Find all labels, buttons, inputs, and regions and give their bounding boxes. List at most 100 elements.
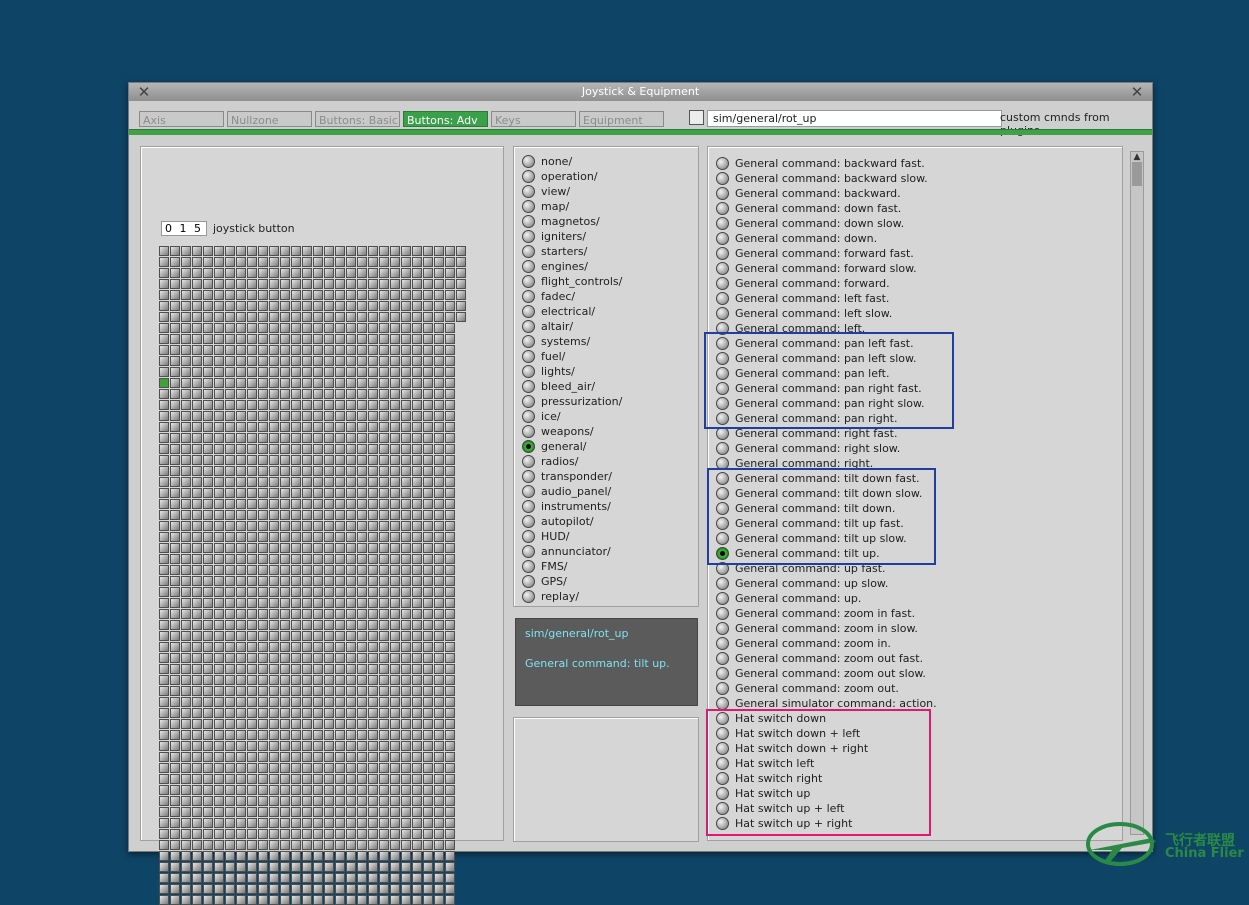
joystick-button-cell[interactable]: [412, 411, 422, 421]
joystick-button-cell[interactable]: [269, 785, 279, 795]
joystick-button-cell[interactable]: [390, 488, 400, 498]
joystick-button-cell[interactable]: [423, 455, 433, 465]
joystick-button-cell[interactable]: [159, 554, 169, 564]
joystick-button-cell[interactable]: [379, 466, 389, 476]
joystick-button-cell[interactable]: [357, 345, 367, 355]
joystick-button-cell[interactable]: [434, 279, 444, 289]
joystick-button-cell[interactable]: [423, 631, 433, 641]
joystick-button-cell[interactable]: [236, 279, 246, 289]
joystick-button-cell[interactable]: [236, 488, 246, 498]
joystick-button-cell[interactable]: [423, 257, 433, 267]
joystick-button-cell[interactable]: [170, 620, 180, 630]
joystick-button-cell[interactable]: [280, 301, 290, 311]
joystick-button-cell[interactable]: [269, 290, 279, 300]
joystick-button-cell[interactable]: [203, 312, 213, 322]
joystick-button-cell[interactable]: [214, 807, 224, 817]
joystick-button-cell[interactable]: [335, 730, 345, 740]
joystick-button-cell[interactable]: [401, 598, 411, 608]
joystick-button-cell[interactable]: [181, 873, 191, 883]
joystick-button-cell[interactable]: [456, 268, 466, 278]
joystick-button-cell[interactable]: [258, 774, 268, 784]
joystick-button-cell[interactable]: [368, 334, 378, 344]
joystick-button-cell[interactable]: [291, 807, 301, 817]
joystick-button-cell[interactable]: [291, 873, 301, 883]
joystick-button-cell[interactable]: [357, 367, 367, 377]
joystick-button-cell[interactable]: [346, 532, 356, 542]
joystick-button-cell[interactable]: [280, 576, 290, 586]
joystick-button-cell[interactable]: [302, 301, 312, 311]
joystick-button-cell[interactable]: [170, 576, 180, 586]
joystick-button-cell[interactable]: [423, 367, 433, 377]
joystick-button-cell[interactable]: [357, 785, 367, 795]
joystick-button-cell[interactable]: [313, 411, 323, 421]
joystick-button-cell[interactable]: [203, 829, 213, 839]
joystick-button-cell[interactable]: [423, 609, 433, 619]
joystick-button-cell[interactable]: [346, 356, 356, 366]
joystick-button-cell[interactable]: [214, 532, 224, 542]
joystick-button-cell[interactable]: [346, 268, 356, 278]
joystick-button-cell[interactable]: [357, 686, 367, 696]
joystick-button-cell[interactable]: [192, 433, 202, 443]
joystick-button-cell[interactable]: [313, 895, 323, 905]
joystick-button-cell[interactable]: [412, 609, 422, 619]
joystick-button-cell[interactable]: [357, 829, 367, 839]
joystick-button-cell[interactable]: [269, 653, 279, 663]
joystick-button-cell[interactable]: [445, 290, 455, 300]
joystick-button-cell[interactable]: [291, 851, 301, 861]
joystick-button-cell[interactable]: [214, 400, 224, 410]
joystick-button-cell[interactable]: [313, 873, 323, 883]
joystick-button-cell[interactable]: [368, 774, 378, 784]
joystick-button-cell[interactable]: [258, 246, 268, 256]
joystick-button-cell[interactable]: [192, 686, 202, 696]
joystick-button-cell[interactable]: [203, 543, 213, 553]
joystick-button-cell[interactable]: [181, 345, 191, 355]
joystick-button-cell[interactable]: [313, 862, 323, 872]
joystick-button-cell[interactable]: [368, 697, 378, 707]
joystick-button-cell[interactable]: [412, 422, 422, 432]
joystick-button-cell[interactable]: [423, 796, 433, 806]
joystick-button-cell[interactable]: [247, 807, 257, 817]
joystick-button-cell[interactable]: [324, 400, 334, 410]
joystick-button-cell[interactable]: [236, 620, 246, 630]
joystick-button-cell[interactable]: [247, 389, 257, 399]
joystick-button-cell[interactable]: [313, 290, 323, 300]
joystick-button-cell[interactable]: [423, 873, 433, 883]
joystick-button-cell[interactable]: [170, 444, 180, 454]
joystick-button-cell[interactable]: [346, 312, 356, 322]
joystick-button-cell[interactable]: [181, 246, 191, 256]
joystick-button-cell[interactable]: [423, 752, 433, 762]
joystick-button-cell[interactable]: [159, 290, 169, 300]
joystick-button-cell[interactable]: [423, 444, 433, 454]
joystick-button-cell[interactable]: [236, 257, 246, 267]
joystick-button-cell[interactable]: [181, 895, 191, 905]
joystick-button-cell[interactable]: [214, 422, 224, 432]
joystick-button-cell[interactable]: [269, 620, 279, 630]
joystick-button-cell[interactable]: [401, 345, 411, 355]
joystick-button-cell[interactable]: [368, 246, 378, 256]
joystick-button-cell[interactable]: [434, 499, 444, 509]
joystick-button-cell[interactable]: [390, 400, 400, 410]
joystick-button-cell[interactable]: [401, 323, 411, 333]
joystick-button-cell[interactable]: [302, 851, 312, 861]
joystick-button-cell[interactable]: [412, 312, 422, 322]
joystick-button-cell[interactable]: [335, 840, 345, 850]
joystick-button-cell[interactable]: [236, 609, 246, 619]
joystick-button-cell[interactable]: [445, 785, 455, 795]
joystick-button-cell[interactable]: [225, 543, 235, 553]
joystick-button-cell[interactable]: [346, 774, 356, 784]
joystick-button-cell[interactable]: [423, 268, 433, 278]
joystick-button-cell[interactable]: [258, 488, 268, 498]
joystick-button-cell[interactable]: [335, 466, 345, 476]
joystick-button-cell[interactable]: [181, 543, 191, 553]
joystick-button-cell[interactable]: [170, 763, 180, 773]
joystick-button-cell[interactable]: [401, 389, 411, 399]
joystick-button-cell[interactable]: [269, 807, 279, 817]
joystick-button-cell[interactable]: [335, 532, 345, 542]
joystick-button-cell[interactable]: [214, 389, 224, 399]
joystick-button-cell[interactable]: [423, 598, 433, 608]
joystick-button-cell[interactable]: [412, 620, 422, 630]
joystick-button-cell[interactable]: [324, 895, 334, 905]
joystick-button-cell[interactable]: [335, 686, 345, 696]
joystick-button-cell[interactable]: [159, 609, 169, 619]
radio-icon[interactable]: [522, 425, 535, 438]
